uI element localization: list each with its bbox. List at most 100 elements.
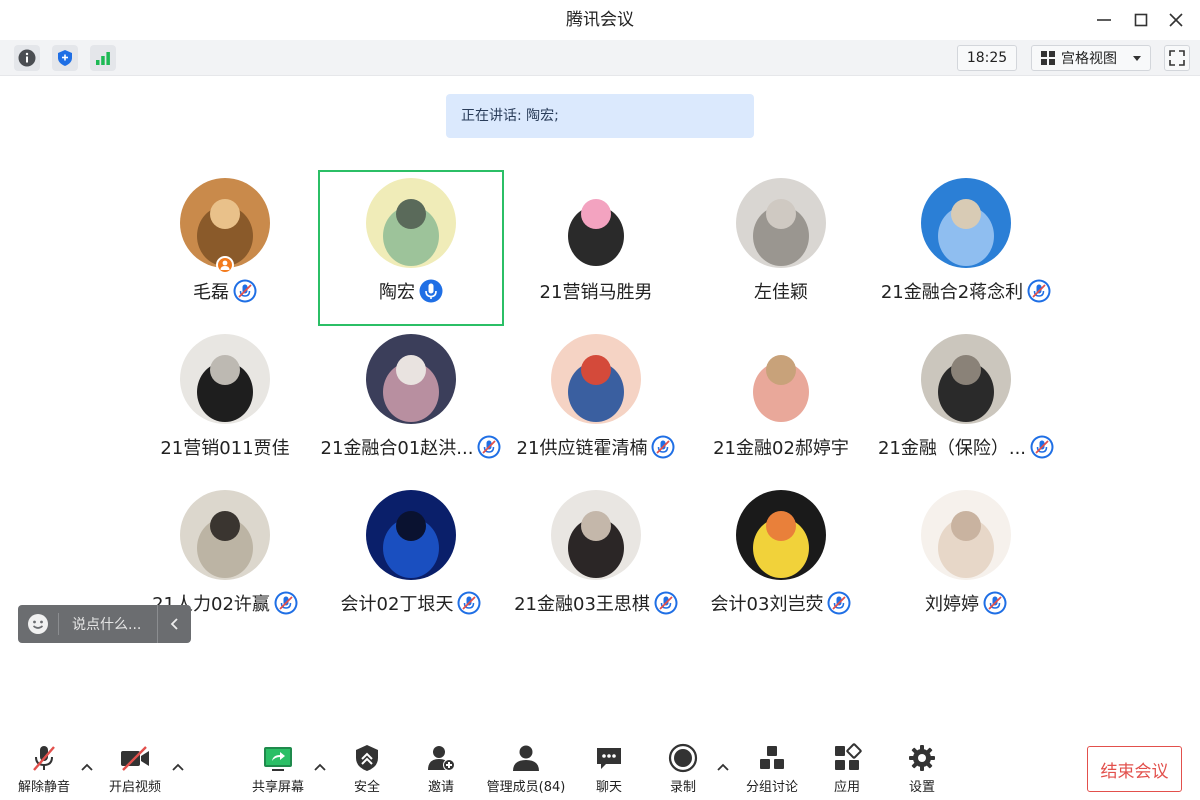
kuromi-avatar xyxy=(551,178,641,268)
participant-tile[interactable]: 左佳颖 xyxy=(688,170,874,326)
plush-sky-avatar xyxy=(921,178,1011,268)
participant-tile[interactable]: 刘婷婷 xyxy=(873,482,1059,638)
video-options-chevron-up-icon[interactable] xyxy=(171,760,185,774)
info-icon xyxy=(18,49,36,67)
view-selector[interactable]: 宫格视图 xyxy=(1031,45,1151,71)
participant-tile[interactable]: 21金融02郝婷宇 xyxy=(688,326,874,482)
microphone-active-icon xyxy=(419,279,443,303)
participant-tile[interactable]: 21供应链霍清楠 xyxy=(503,326,689,482)
chat-button[interactable]: 聊天 xyxy=(584,742,634,798)
breakout-button[interactable]: 分组讨论 xyxy=(740,742,804,798)
participant-tile[interactable]: 21金融03王思棋 xyxy=(503,482,689,638)
end-meeting-button[interactable]: 结束会议 xyxy=(1087,746,1182,792)
kuromi-avatar-image xyxy=(551,178,641,268)
participant-tile-active-speaker[interactable]: 陶宏 xyxy=(318,170,504,326)
invite-user-icon xyxy=(428,746,455,771)
participant-tile[interactable]: 21金融合2蒋念利 xyxy=(873,170,1059,326)
close-button[interactable] xyxy=(1162,6,1190,34)
blue-abstract-avatar-image xyxy=(366,490,456,580)
participant-tile[interactable]: 21营销马胜男 xyxy=(503,170,689,326)
sheep-avatar xyxy=(180,490,270,580)
security-label: 安全 xyxy=(353,780,380,795)
sheep-avatar-image xyxy=(180,490,270,580)
security-shield-icon xyxy=(356,745,378,771)
minimize-button[interactable] xyxy=(1090,6,1118,34)
manage-members-label: 管理成员(84) xyxy=(486,780,566,795)
child-avatar-image xyxy=(921,334,1011,424)
participant-name: 陶宏 xyxy=(379,282,415,303)
apps-label: 应用 xyxy=(833,780,860,795)
bottom-control-bar: 解除静音 开启视频 共享屏幕 安全 邀请 管理成员(84) 聊天 录制 分组讨论… xyxy=(0,740,1200,800)
fullscreen-button[interactable] xyxy=(1164,45,1190,71)
participant-name: 会计02丁垠天 xyxy=(340,594,454,615)
video-off-icon xyxy=(121,746,149,771)
maximize-button[interactable] xyxy=(1127,6,1155,34)
emoji-button[interactable] xyxy=(18,605,58,643)
shield-icon xyxy=(58,50,72,66)
start-video-button[interactable]: 开启视频 xyxy=(104,742,166,798)
apps-button[interactable]: 应用 xyxy=(822,742,872,798)
participant-name: 21金融03王思棋 xyxy=(514,594,650,615)
emoji-icon xyxy=(28,614,48,634)
manage-members-button[interactable]: 管理成员(84) xyxy=(484,742,568,798)
participant-tile[interactable]: 会计03刘岂荧 xyxy=(688,482,874,638)
participant-tile[interactable]: 21营销011贾佳 xyxy=(132,326,318,482)
participant-name: 会计03刘岂荧 xyxy=(710,594,824,615)
title-bar: 腾讯会议 xyxy=(0,0,1200,40)
network-status-button[interactable] xyxy=(90,45,116,71)
kitten-avatar xyxy=(921,490,1011,580)
chat-icon xyxy=(597,748,621,769)
bear-avatar-image xyxy=(180,178,270,268)
microphone-muted-icon xyxy=(983,591,1007,615)
settings-button[interactable]: 设置 xyxy=(897,742,947,798)
participant-name: 21金融合01赵洪... xyxy=(320,438,474,459)
cartoon-girl-avatar-image xyxy=(736,334,826,424)
blue-abstract-avatar xyxy=(366,490,456,580)
meeting-timer: 18:25 xyxy=(957,45,1017,71)
duck-avatar-image xyxy=(736,490,826,580)
shinchan-avatar xyxy=(551,334,641,424)
bear-avatar xyxy=(180,178,270,268)
fullscreen-icon xyxy=(1169,50,1185,66)
record-icon xyxy=(668,743,698,773)
invite-button[interactable]: 邀请 xyxy=(416,742,466,798)
astronaut-avatar-image xyxy=(366,334,456,424)
collapse-chat-button[interactable] xyxy=(157,605,191,643)
signal-icon xyxy=(96,52,110,65)
members-icon xyxy=(513,745,539,771)
participant-tile[interactable]: 21金融（保险）... xyxy=(873,326,1059,482)
security-button[interactable]: 安全 xyxy=(342,742,392,798)
cartoon-girl-avatar xyxy=(736,334,826,424)
host-badge-icon xyxy=(216,256,234,274)
quick-chat-bar[interactable]: 说点什么... xyxy=(18,605,191,643)
share-options-chevron-up-icon[interactable] xyxy=(313,760,327,774)
invite-label: 邀请 xyxy=(427,780,454,795)
microphone-muted-icon xyxy=(1030,435,1054,459)
unmute-button[interactable]: 解除静音 xyxy=(12,742,76,798)
chat-input-placeholder[interactable]: 说点什么... xyxy=(59,614,157,634)
meeting-toolbar: 18:25 宫格视图 xyxy=(0,40,1200,76)
participant-tile[interactable]: 毛磊 xyxy=(132,170,318,326)
start-video-label: 开启视频 xyxy=(108,780,161,795)
record-button[interactable]: 录制 xyxy=(658,742,708,798)
record-options-chevron-up-icon[interactable] xyxy=(716,760,730,774)
duck-avatar xyxy=(736,490,826,580)
meeting-info-button[interactable] xyxy=(14,45,40,71)
girl-balcony-avatar-image xyxy=(736,178,826,268)
chat-label: 聊天 xyxy=(595,780,622,795)
close-icon xyxy=(1169,13,1183,27)
participant-name: 21金融合2蒋念利 xyxy=(880,282,1024,303)
unmute-label: 解除静音 xyxy=(17,780,70,795)
security-shield-button[interactable] xyxy=(52,45,78,71)
share-screen-label: 共享屏幕 xyxy=(251,780,304,795)
participant-tile[interactable]: 21金融合01赵洪... xyxy=(318,326,504,482)
participant-name: 刘婷婷 xyxy=(925,594,979,615)
lake-avatar-image xyxy=(366,178,456,268)
view-label: 宫格视图 xyxy=(1061,51,1117,67)
minimize-icon xyxy=(1097,19,1111,21)
participant-tile[interactable]: 会计02丁垠天 xyxy=(318,482,504,638)
participant-name-row: 刘婷婷 xyxy=(853,590,1079,616)
share-screen-button[interactable]: 共享屏幕 xyxy=(247,742,309,798)
audio-options-chevron-up-icon[interactable] xyxy=(80,760,94,774)
share-screen-icon xyxy=(264,747,292,771)
